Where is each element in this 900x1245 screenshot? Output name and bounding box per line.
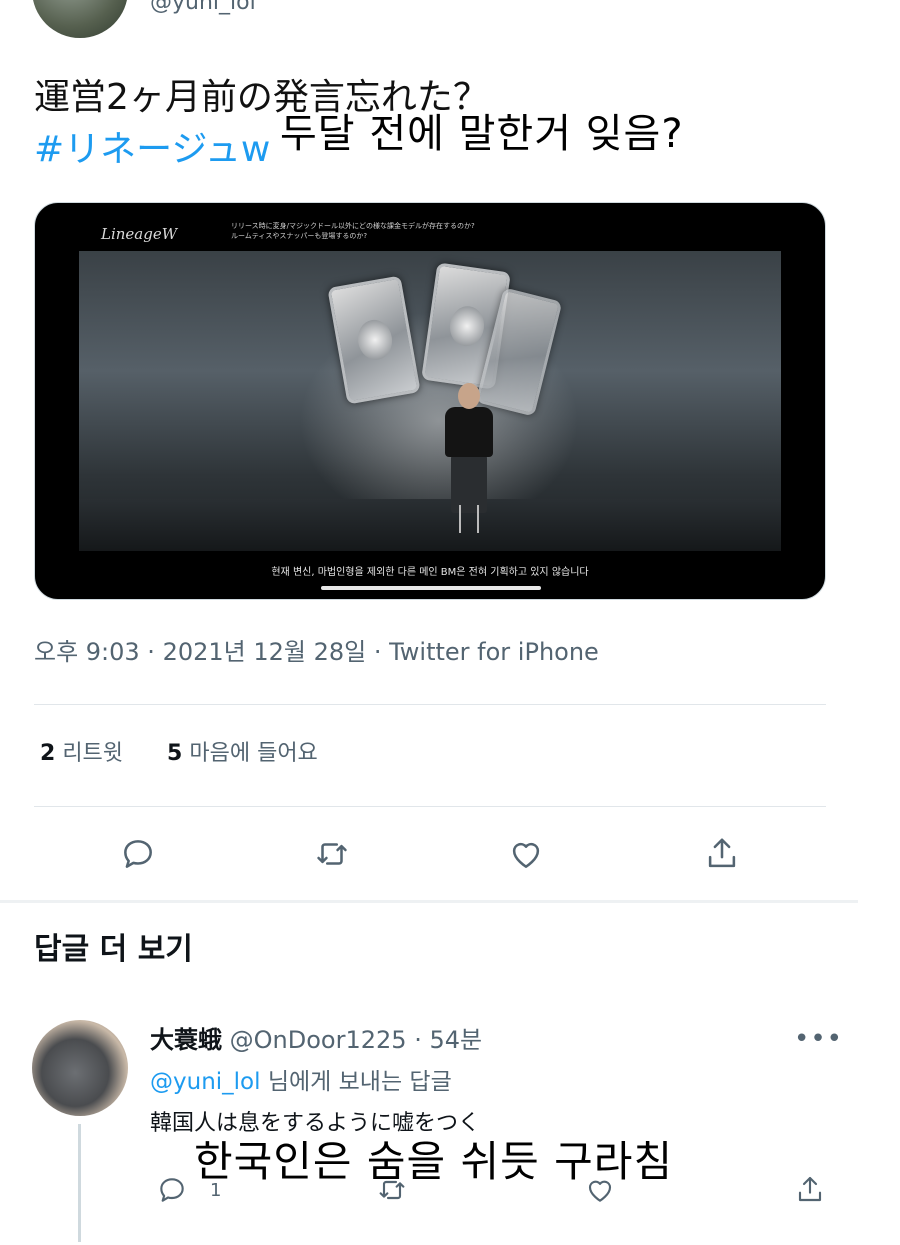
reply-author-name[interactable]: 大蓑蛾	[150, 1026, 222, 1054]
media-subtitle: 현재 변신, 마법인형을 제외한 다른 메인 BM은 전혀 기획하고 있지 않습…	[271, 567, 589, 578]
reply-reply-button[interactable]	[152, 1170, 192, 1210]
more-replies-heading: 답글 더 보기	[34, 932, 193, 967]
replying-to: @yuni_lol 님에게 보내는 답글	[150, 1064, 452, 1100]
video-scrubber[interactable]	[321, 586, 541, 590]
presenter-figure	[441, 383, 497, 533]
replying-to-suffix: 님에게 보내는 답글	[260, 1069, 452, 1095]
replying-to-mention[interactable]: @yuni_lol	[150, 1069, 261, 1095]
share-icon	[708, 838, 736, 868]
tweet-timestamp-source[interactable]: 오후 9:03 · 2021년 12월 28일 · Twitter for iP…	[34, 634, 599, 670]
reply-share-button[interactable]	[790, 1170, 830, 1210]
share-button[interactable]	[702, 834, 742, 874]
tweet-stats: 2 리트윗 5 마음에 들어요	[40, 736, 318, 772]
reply-translation-caption-overlay: 한국인은 숨을 쉬듯 구라침	[194, 1137, 674, 1186]
reply-time[interactable]: · 54분	[414, 1026, 482, 1054]
media-header-line-2: ルームティスやスナッパーも登場するのか?	[231, 232, 368, 240]
divider	[34, 806, 826, 807]
reply-header: 大蓑蛾 @OnDoor1225 · 54분	[150, 1022, 482, 1058]
author-handle[interactable]: @yuni_lol	[150, 0, 256, 18]
tweet-media-image[interactable]: LineageW リリース時に変身/マジックドール以外にどの様な課金モデルが存在…	[34, 202, 826, 600]
like-count[interactable]: 5	[167, 741, 182, 766]
media-header-text: リリース時に変身/マジックドール以外にどの様な課金モデルが存在するのか? ルーム…	[231, 221, 475, 241]
translation-caption-overlay: 두달 전에 말한거 잊음?	[280, 111, 684, 157]
retweet-count[interactable]: 2	[40, 741, 55, 766]
divider	[34, 704, 826, 705]
thread-line	[78, 1124, 81, 1242]
media-header-line-1: リリース時に変身/マジックドール以外にどの様な課金モデルが存在するのか?	[231, 222, 475, 230]
like-icon	[512, 842, 540, 868]
retweet-label[interactable]: 리트윗	[62, 741, 123, 766]
author-avatar[interactable]	[32, 0, 128, 38]
reply-author-avatar[interactable]	[32, 1020, 128, 1116]
more-options-icon[interactable]: •••	[794, 1024, 843, 1054]
stage-scene	[79, 251, 781, 551]
like-label[interactable]: 마음에 들어요	[189, 741, 317, 766]
reply-icon	[124, 840, 152, 868]
retweet-button[interactable]	[312, 834, 352, 874]
share-icon	[798, 1176, 822, 1202]
reply-icon	[160, 1178, 184, 1202]
reply-author-handle[interactable]: @OnDoor1225	[230, 1026, 407, 1054]
section-divider	[0, 900, 858, 903]
tweet-hashtag-link[interactable]: #リネージュw	[34, 124, 270, 176]
game-logo: LineageW	[101, 225, 178, 243]
like-button[interactable]	[506, 834, 546, 874]
reply-button[interactable]	[118, 834, 158, 874]
retweet-icon	[317, 843, 347, 865]
